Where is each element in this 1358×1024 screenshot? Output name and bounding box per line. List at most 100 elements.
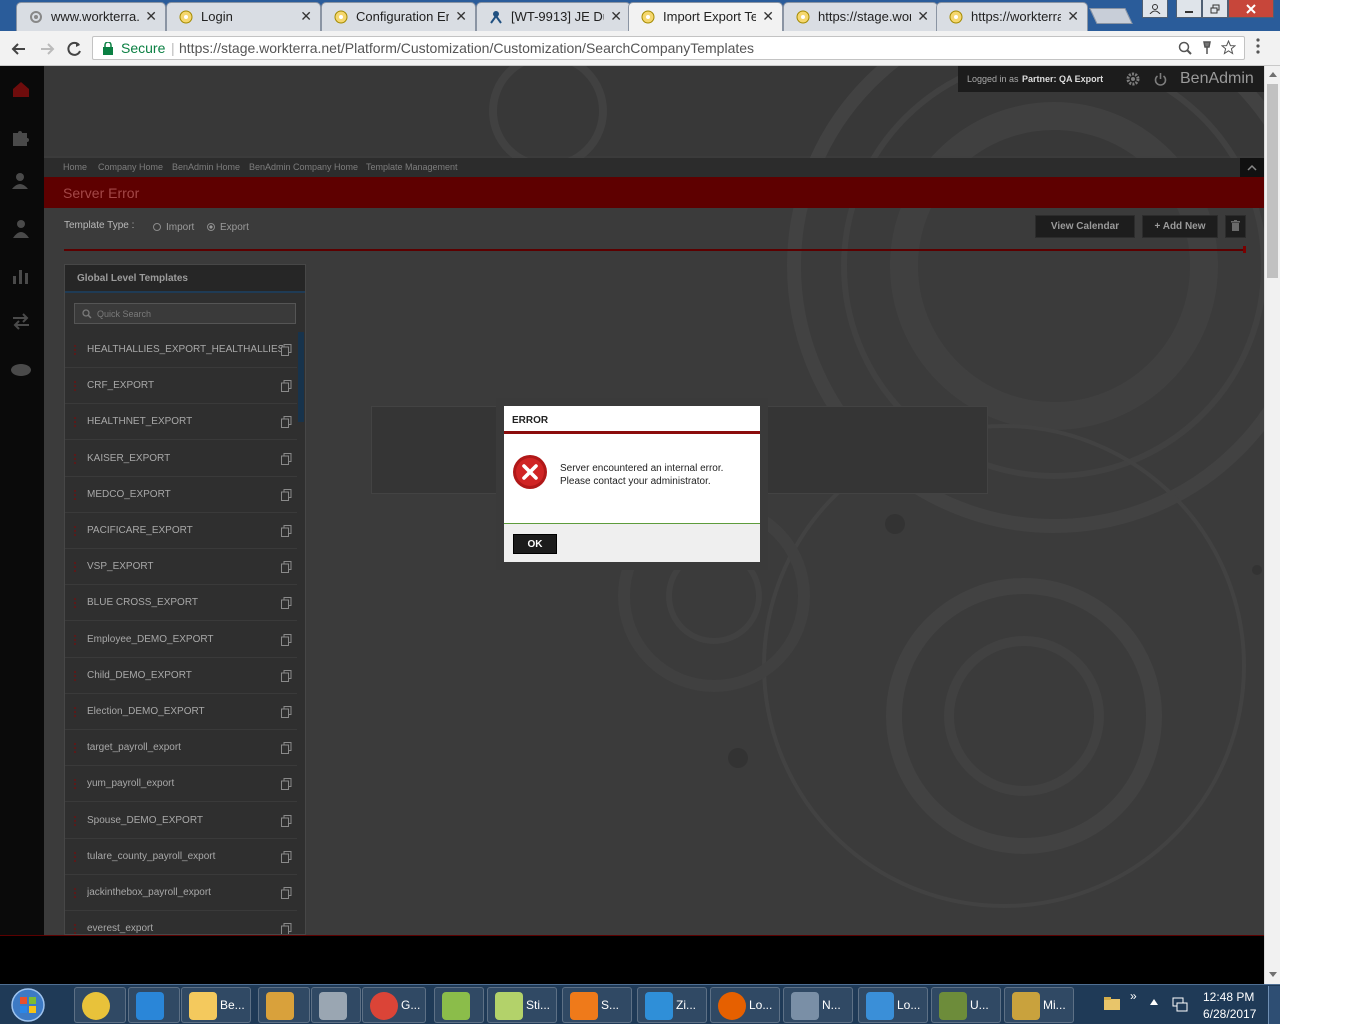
taskbar-button[interactable]: G...: [362, 987, 426, 1023]
chat-bubble-icon[interactable]: [10, 360, 32, 382]
drag-handle-icon[interactable]: [74, 381, 76, 392]
breadcrumb-item[interactable]: BenAdmin Company Home: [249, 162, 358, 172]
power-icon[interactable]: [1154, 72, 1167, 86]
tab-jira-issue[interactable]: [WT-9913] JE Dunn ✕: [476, 2, 631, 31]
tab-stage-workterra[interactable]: https://stage.workterra ✕: [783, 2, 938, 31]
breadcrumb-item[interactable]: Company Home: [98, 162, 163, 172]
copy-icon[interactable]: [281, 633, 292, 646]
close-icon[interactable]: ✕: [1067, 8, 1079, 25]
new-tab-button[interactable]: [1089, 8, 1133, 24]
template-row[interactable]: Election_DEMO_EXPORT: [65, 694, 297, 730]
drag-handle-icon[interactable]: [74, 779, 76, 790]
taskbar-button[interactable]: [128, 987, 180, 1023]
taskbar-button[interactable]: U...: [931, 987, 1001, 1023]
copy-icon[interactable]: [281, 923, 292, 935]
user-profile-button[interactable]: [1142, 0, 1168, 18]
close-icon[interactable]: ✕: [762, 8, 774, 25]
copy-icon[interactable]: [281, 814, 292, 827]
copy-icon[interactable]: [281, 561, 292, 574]
drag-handle-icon[interactable]: [74, 851, 76, 862]
tab-configuration-error[interactable]: Configuration Error ✕: [321, 2, 476, 31]
template-row[interactable]: Employee_DEMO_EXPORT: [65, 622, 297, 658]
close-icon[interactable]: ✕: [145, 8, 157, 25]
tab-workterra[interactable]: www.workterra.net ✕: [16, 2, 166, 31]
transfer-arrows-icon[interactable]: [10, 310, 32, 332]
scroll-up-arrow-icon[interactable]: [1269, 72, 1277, 77]
template-row[interactable]: BLUE CROSS_EXPORT: [65, 585, 297, 622]
add-new-button[interactable]: + Add New: [1142, 215, 1218, 238]
drag-handle-icon[interactable]: [74, 815, 76, 826]
copy-icon[interactable]: [281, 669, 292, 682]
breadcrumb-item[interactable]: BenAdmin Home: [172, 162, 240, 172]
zoom-icon[interactable]: [1178, 41, 1192, 55]
reload-icon[interactable]: [63, 38, 85, 60]
drag-handle-icon[interactable]: [74, 489, 76, 500]
template-row[interactable]: target_payroll_export: [65, 730, 297, 767]
breadcrumb-item[interactable]: Template Management: [366, 162, 458, 172]
import-radio[interactable]: [153, 223, 161, 231]
bookmark-star-icon[interactable]: [1221, 40, 1236, 55]
page-scrollbar[interactable]: [1264, 66, 1280, 984]
drag-handle-icon[interactable]: [74, 345, 76, 355]
maximize-button[interactable]: [1202, 0, 1228, 18]
template-row[interactable]: CRF_EXPORT: [65, 368, 297, 405]
drag-handle-icon[interactable]: [74, 562, 76, 573]
close-icon[interactable]: ✕: [610, 8, 622, 25]
close-icon[interactable]: ✕: [917, 8, 929, 25]
windows-start-icon[interactable]: [4, 986, 50, 1024]
home-icon[interactable]: [10, 78, 32, 100]
network-icon[interactable]: [1172, 997, 1188, 1012]
view-calendar-button[interactable]: View Calendar: [1035, 215, 1135, 238]
template-row[interactable]: Child_DEMO_EXPORT: [65, 658, 297, 694]
tab-workterra-2[interactable]: https://workterra ✕: [936, 2, 1088, 31]
quick-search-input[interactable]: Quick Search: [74, 303, 296, 324]
template-row[interactable]: yum_payroll_export: [65, 766, 297, 803]
drag-handle-icon[interactable]: [74, 598, 76, 609]
template-row[interactable]: HEALTHNET_EXPORT: [65, 404, 297, 441]
template-row[interactable]: MEDCO_EXPORT: [65, 477, 297, 513]
extension-pin-icon[interactable]: [1201, 41, 1213, 55]
close-icon[interactable]: ✕: [300, 8, 312, 25]
copy-icon[interactable]: [281, 452, 292, 465]
template-row[interactable]: HEALTHALLIES_EXPORT_HEALTHALLIES_EXPORT: [65, 332, 297, 368]
bar-chart-icon[interactable]: [10, 264, 32, 286]
drag-handle-icon[interactable]: [74, 670, 76, 681]
drag-handle-icon[interactable]: [74, 417, 76, 428]
copy-icon[interactable]: [281, 850, 292, 863]
taskbar-button[interactable]: Sti...: [487, 987, 557, 1023]
taskbar-button[interactable]: Mi...: [1004, 987, 1074, 1023]
copy-icon[interactable]: [281, 416, 292, 429]
template-row[interactable]: PACIFICARE_EXPORT: [65, 513, 297, 549]
window-close-button[interactable]: [1228, 0, 1274, 18]
drag-handle-icon[interactable]: [74, 924, 76, 934]
copy-icon[interactable]: [281, 344, 292, 356]
show-desktop-button[interactable]: [1268, 986, 1280, 1024]
taskbar-button[interactable]: N...: [783, 987, 853, 1023]
copy-icon[interactable]: [281, 380, 292, 393]
taskbar-button[interactable]: Lo...: [710, 987, 780, 1023]
list-scrollbar[interactable]: [298, 332, 304, 422]
export-radio[interactable]: [207, 223, 215, 231]
template-row[interactable]: VSP_EXPORT: [65, 549, 297, 586]
taskbar-button[interactable]: [74, 987, 126, 1023]
settings-gear-icon[interactable]: [1126, 72, 1140, 86]
template-row[interactable]: jackinthebox_payroll_export: [65, 875, 297, 911]
ok-button[interactable]: OK: [513, 534, 557, 554]
template-row[interactable]: tulare_county_payroll_export: [65, 839, 297, 875]
puzzle-icon[interactable]: [10, 127, 32, 149]
delete-button[interactable]: [1225, 215, 1246, 238]
drag-handle-icon[interactable]: [74, 453, 76, 464]
template-row[interactable]: Spouse_DEMO_EXPORT: [65, 803, 297, 839]
scrollbar-thumb[interactable]: [1267, 84, 1278, 278]
tray-overflow-icon[interactable]: »: [1130, 989, 1137, 1003]
tab-import-export-templates[interactable]: Import Export Templates ✕: [628, 2, 783, 31]
taskbar-button[interactable]: Zi...: [637, 987, 707, 1023]
taskbar-button[interactable]: [311, 987, 361, 1023]
folder-tray-icon[interactable]: [1104, 997, 1120, 1010]
breadcrumb-item[interactable]: Home: [63, 162, 87, 172]
template-row[interactable]: everest_export: [65, 911, 297, 935]
copy-icon[interactable]: [281, 488, 292, 501]
drag-handle-icon[interactable]: [74, 634, 76, 645]
minimize-button[interactable]: [1176, 0, 1202, 18]
drag-handle-icon[interactable]: [74, 743, 76, 754]
